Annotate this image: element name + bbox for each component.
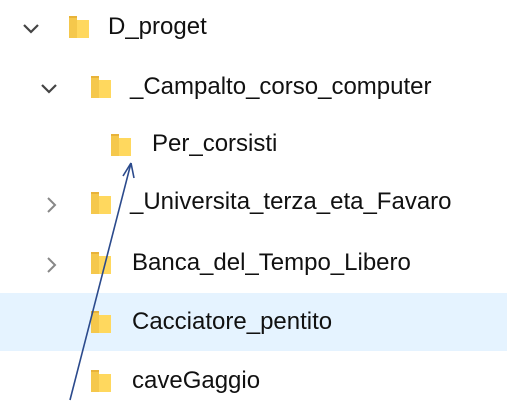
- tree-item-label: Cacciatore_pentito: [132, 308, 333, 335]
- tree-item-per-corsisti[interactable]: Per_corsisti: [0, 116, 507, 174]
- folder-icon: [88, 74, 114, 100]
- tree-item-campalto-corso-computer[interactable]: _Campalto_corso_computer: [0, 58, 507, 116]
- tree-item-label: Per_corsisti: [152, 130, 278, 157]
- folder-icon: [88, 190, 114, 216]
- tree-item-label: caveGaggio: [132, 367, 261, 394]
- chevron-down-icon[interactable]: [20, 18, 42, 40]
- chevron-right-icon[interactable]: [40, 194, 62, 216]
- chevron-right-icon[interactable]: [40, 254, 62, 276]
- folder-icon: [88, 309, 114, 335]
- tree-item-d-proget[interactable]: D_proget: [0, 0, 507, 58]
- tree-item-cacciatore-pentito[interactable]: Cacciatore_pentito: [0, 293, 507, 351]
- tree-item-banca-del-tempo-libero[interactable]: Banca_del_Tempo_Libero: [0, 232, 507, 290]
- folder-icon: [108, 132, 134, 158]
- tree-item-universita-terza-eta-favaro[interactable]: _Universita_terza_eta_Favaro: [0, 174, 507, 232]
- tree-item-label: D_proget: [108, 13, 207, 40]
- tree-item-label: _Campalto_corso_computer: [130, 73, 432, 100]
- folder-tree: D_proget _Campalto_corso_computer Per_co…: [0, 0, 507, 402]
- tree-item-label: _Universita_terza_eta_Favaro: [130, 188, 452, 215]
- folder-icon: [88, 250, 114, 276]
- tree-item-cavegaggio[interactable]: caveGaggio: [0, 352, 507, 410]
- folder-icon: [66, 14, 92, 40]
- tree-item-label: Banca_del_Tempo_Libero: [132, 249, 411, 276]
- chevron-down-icon[interactable]: [38, 78, 60, 100]
- folder-icon: [88, 368, 114, 394]
